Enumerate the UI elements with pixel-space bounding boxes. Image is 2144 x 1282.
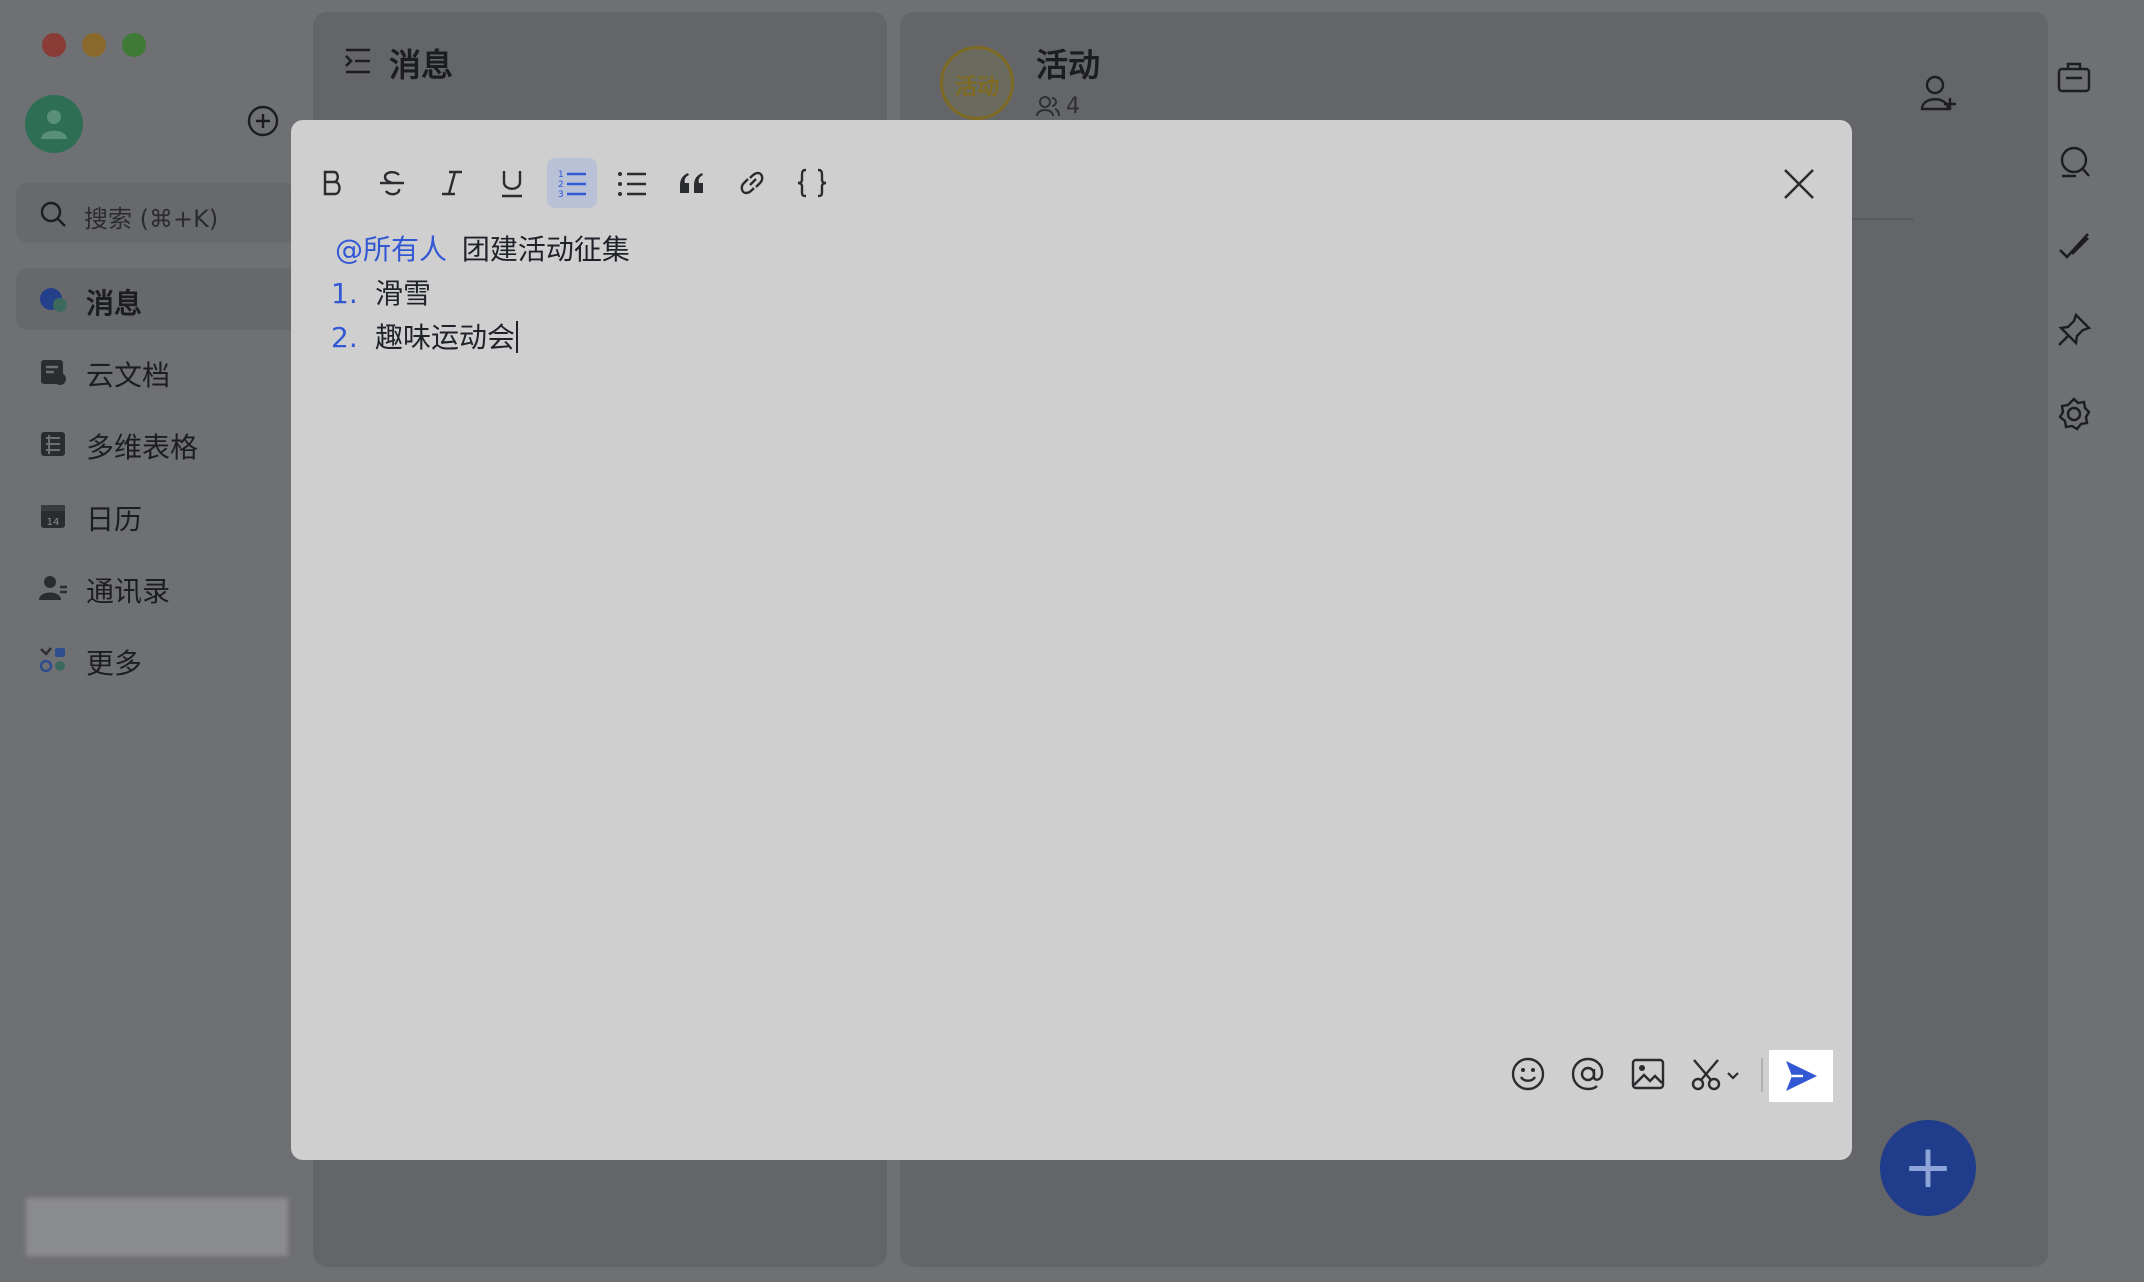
window-maximize-button[interactable]	[122, 33, 146, 57]
bold-button[interactable]	[307, 158, 357, 208]
list-item-text: 滑雪	[375, 277, 432, 310]
editor-heading-text: 团建活动征集	[461, 233, 630, 266]
chat-search-icon[interactable]	[2056, 144, 2092, 180]
member-count[interactable]: 4	[1036, 94, 1080, 119]
svg-text:1: 1	[558, 170, 564, 180]
contacts-icon	[39, 576, 67, 600]
list-number: 1.	[331, 277, 358, 310]
bold-icon	[323, 170, 341, 196]
sidebar-item-label: 消息	[86, 287, 143, 320]
task-check-icon[interactable]	[2056, 228, 2092, 264]
search-icon	[40, 201, 66, 227]
plus-icon: +	[1902, 1132, 1954, 1202]
chat-avatar-text: 活动	[954, 75, 999, 100]
code-block-button[interactable]	[787, 158, 837, 208]
mention-all[interactable]: @所有人	[335, 233, 447, 266]
sidebar-item-label: 多维表格	[86, 431, 199, 464]
list-item: 1. 滑雪	[331, 272, 1811, 316]
messages-icon	[40, 288, 67, 312]
apps-grid-icon	[39, 647, 65, 673]
message-editor[interactable]: @所有人 团建活动征集 1. 滑雪 2. 趣味运动会	[331, 228, 1811, 360]
svg-text:2: 2	[558, 180, 564, 190]
sidebar-item-messages[interactable]: 消息	[16, 268, 312, 330]
list-number: 2.	[331, 321, 358, 354]
list-item: 2. 趣味运动会	[331, 316, 1811, 360]
sidebar-item-label: 日历	[86, 503, 143, 536]
image-icon[interactable]	[1628, 1054, 1668, 1094]
editor-line: @所有人 团建活动征集	[331, 228, 1811, 272]
code-block-icon	[797, 168, 827, 198]
divider	[1761, 1058, 1763, 1092]
members-icon	[1036, 96, 1060, 117]
emoji-icon[interactable]	[1508, 1054, 1548, 1094]
calendar-icon: 14	[41, 505, 65, 528]
italic-icon	[442, 170, 462, 196]
sidebar-item-label: 更多	[86, 647, 143, 680]
search-input[interactable]: 搜索 (⌘+K)	[16, 183, 296, 243]
send-icon	[1786, 1061, 1817, 1091]
user-icon	[41, 110, 67, 139]
add-member-icon[interactable]	[1920, 74, 1958, 112]
sidebar-item-bitable[interactable]: 多维表格	[16, 412, 312, 474]
send-button[interactable]	[1769, 1050, 1833, 1102]
page-title: 消息	[389, 46, 454, 84]
sidebar-item-label: 云文档	[86, 359, 171, 392]
table-icon	[41, 432, 65, 456]
screenshot-icon[interactable]	[1688, 1054, 1744, 1094]
list-item-text: 趣味运动会	[375, 321, 516, 354]
strikethrough-button[interactable]	[367, 158, 417, 208]
settings-gear-icon[interactable]	[2056, 396, 2092, 432]
compose-fab-button[interactable]: +	[1880, 1120, 1976, 1216]
strikethrough-icon	[380, 171, 404, 196]
window-close-button[interactable]	[42, 33, 66, 57]
add-circle-icon[interactable]	[246, 104, 280, 138]
blurred-user-info	[26, 1198, 288, 1256]
sidebar-item-docs[interactable]: 云文档	[16, 340, 312, 402]
quote-button[interactable]	[667, 158, 717, 208]
italic-button[interactable]	[427, 158, 477, 208]
chat-avatar[interactable]: 活动	[940, 46, 1014, 120]
sidebar-item-calendar[interactable]: 14 日历	[16, 484, 312, 546]
sidebar-item-label: 通讯录	[86, 575, 171, 608]
window-minimize-button[interactable]	[82, 33, 106, 57]
underline-icon	[502, 171, 522, 198]
svg-text:14: 14	[47, 517, 60, 528]
briefcase-icon[interactable]	[2056, 60, 2092, 96]
chat-title: 活动	[1036, 46, 1101, 84]
bullet-list-button[interactable]	[607, 158, 657, 208]
link-button[interactable]	[727, 158, 777, 208]
pin-icon[interactable]	[2056, 312, 2092, 348]
sidebar-item-contacts[interactable]: 通讯录	[16, 556, 312, 618]
quote-icon	[680, 173, 703, 193]
member-count-value: 4	[1066, 94, 1080, 119]
collapse-sidebar-icon[interactable]	[343, 47, 373, 75]
text-caret	[516, 321, 519, 353]
ordered-list-button[interactable]: 1 2 3	[547, 158, 597, 208]
search-placeholder: 搜索 (⌘+K)	[84, 205, 219, 233]
editor-dialog: 1 2 3 @所有人 团建活动征集 1. 滑雪 2. 趣味运动会	[291, 120, 1852, 1160]
link-icon	[740, 171, 764, 195]
bullet-list-icon	[618, 172, 646, 196]
underline-button[interactable]	[487, 158, 537, 208]
mention-icon[interactable]	[1568, 1054, 1608, 1094]
docs-icon	[41, 360, 66, 385]
svg-text:3: 3	[558, 190, 564, 199]
ordered-list-icon: 1 2 3	[558, 170, 586, 199]
sidebar-item-more[interactable]: 更多	[16, 628, 312, 690]
close-icon[interactable]	[1781, 166, 1817, 202]
list-item-text-with-caret: 趣味运动会	[375, 316, 519, 360]
avatar[interactable]	[25, 95, 83, 153]
